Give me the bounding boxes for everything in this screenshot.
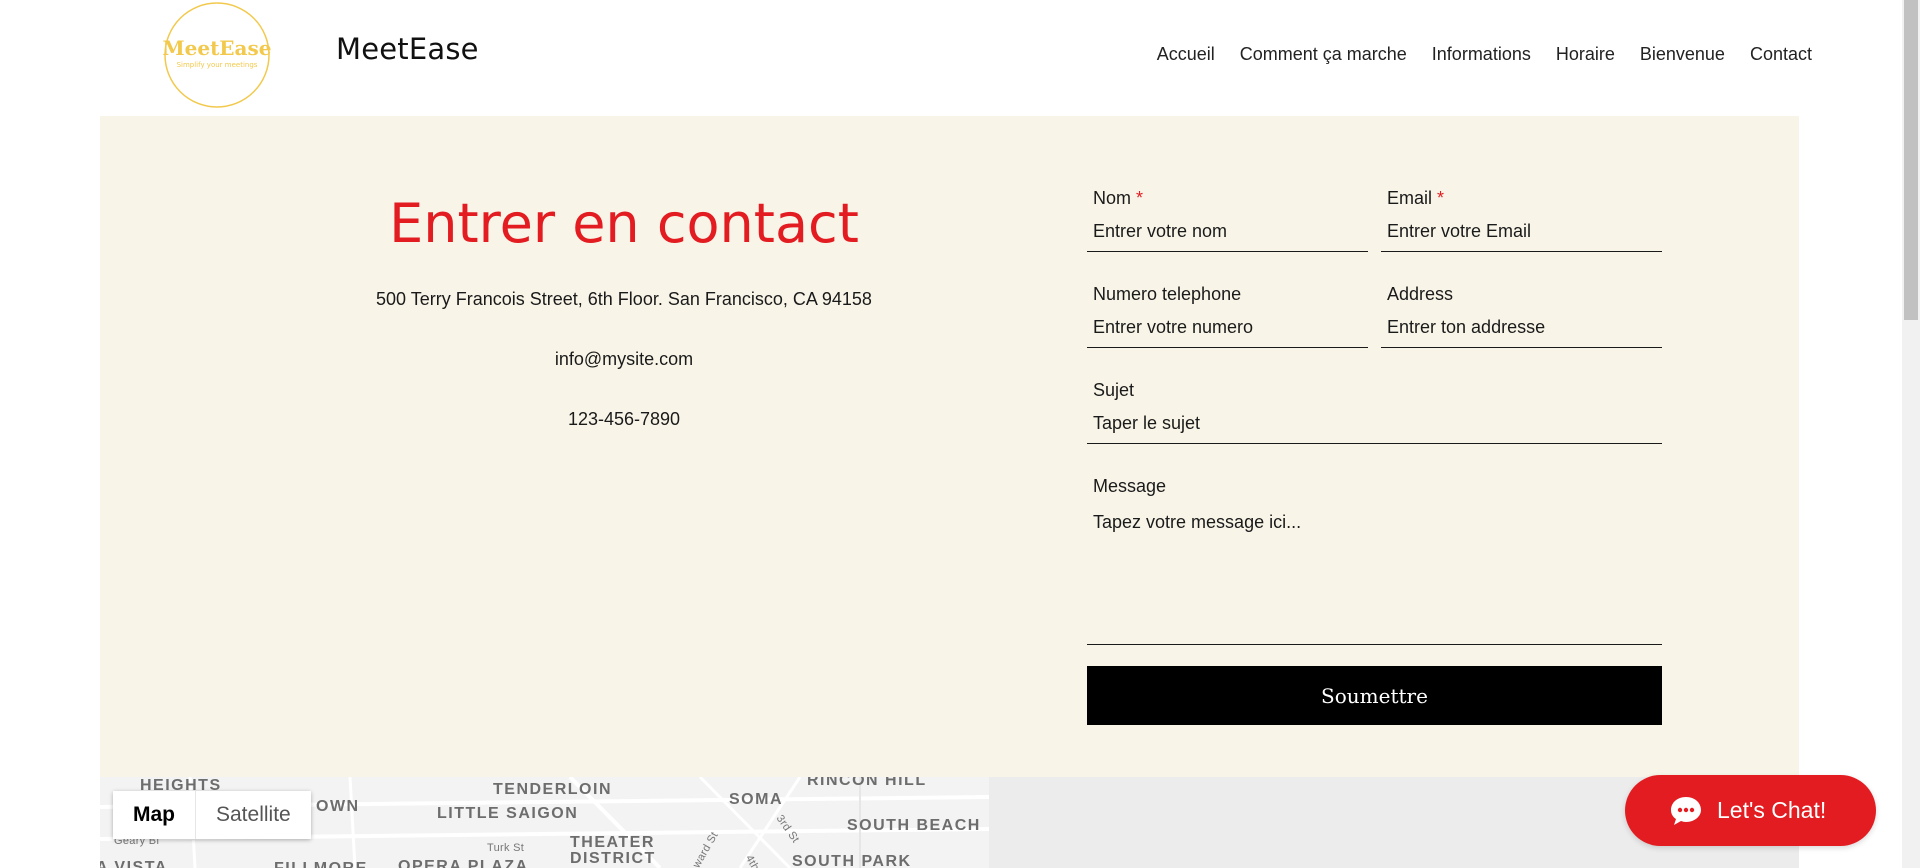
nav-item-bienvenue[interactable]: Bienvenue xyxy=(1640,44,1725,65)
map-label: SOMA xyxy=(729,791,783,808)
nav-item-accueil[interactable]: Accueil xyxy=(1157,44,1215,65)
subject-field[interactable] xyxy=(1087,404,1662,444)
contact-phone: 123-456-7890 xyxy=(567,409,681,429)
contact-title: Entrer en contact xyxy=(389,192,859,255)
contact-email[interactable]: info@mysite.com xyxy=(224,349,1024,370)
chat-label: Let's Chat! xyxy=(1717,797,1827,823)
required-mark: * xyxy=(1437,188,1445,208)
site-name[interactable]: MeetEase xyxy=(336,32,479,66)
address-label: Address xyxy=(1387,284,1454,304)
phone-field[interactable] xyxy=(1087,308,1368,348)
logo-tagline: Simplify your meetings xyxy=(177,61,258,69)
logo[interactable]: MeetEase Simplify your meetings xyxy=(158,0,276,111)
name-field[interactable] xyxy=(1087,212,1368,252)
message-label: Message xyxy=(1093,476,1167,496)
email-field[interactable] xyxy=(1381,212,1662,252)
nav-item-informations[interactable]: Informations xyxy=(1432,44,1531,65)
phone-label: Numero telephone xyxy=(1093,284,1242,304)
email-label: Email * xyxy=(1387,188,1445,208)
map-label: DISTRICT xyxy=(570,850,656,867)
map-label: A VISTA xyxy=(100,859,168,868)
message-field[interactable] xyxy=(1087,504,1662,645)
page-scrollbar[interactable] xyxy=(1902,0,1920,868)
nav-item-horaire[interactable]: Horaire xyxy=(1556,44,1615,65)
main-nav: Accueil Comment ça marche Informations H… xyxy=(1132,44,1812,65)
logo-emblem: MeetEase Simplify your meetings xyxy=(162,2,272,108)
contact-section: Entrer en contact 500 Terry Francois Str… xyxy=(100,116,1799,777)
map-type-toggle: Map Satellite xyxy=(113,791,311,839)
map-label: TENDERLOIN xyxy=(493,781,612,798)
chat-button[interactable]: Let's Chat! xyxy=(1625,775,1876,846)
map-label: RINCON HILL xyxy=(807,777,927,789)
satellite-view-button[interactable]: Satellite xyxy=(196,791,311,839)
map[interactable]: HEIGHTS TENDERLOIN RINCON HILL OWN LITTL… xyxy=(100,777,1799,868)
subject-label: Sujet xyxy=(1093,380,1135,400)
scrollbar-thumb[interactable] xyxy=(1904,0,1918,320)
map-label: SOUTH BEACH xyxy=(847,817,981,834)
map-view-button[interactable]: Map xyxy=(113,791,195,839)
submit-button[interactable]: Soumettre xyxy=(1087,666,1662,725)
nav-item-comment-ca-marche[interactable]: Comment ça marche xyxy=(1240,44,1407,65)
map-label: FILLMORE xyxy=(274,860,368,868)
name-label: Nom * xyxy=(1093,188,1144,208)
address-field[interactable] xyxy=(1381,308,1662,348)
map-label: SOUTH PARK xyxy=(792,853,912,868)
nav-item-contact[interactable]: Contact xyxy=(1750,44,1812,65)
map-label: OWN xyxy=(316,798,360,815)
logo-text: MeetEase xyxy=(162,36,271,60)
chat-bubble-icon xyxy=(1671,796,1701,825)
map-label: LITTLE SAIGON xyxy=(437,805,579,822)
required-mark: * xyxy=(1136,188,1144,208)
contact-address: 500 Terry Francois Street, 6th Floor. Sa… xyxy=(376,289,872,309)
map-street-label: Turk St xyxy=(487,842,525,854)
map-label: OPERA PLAZA xyxy=(398,858,529,868)
